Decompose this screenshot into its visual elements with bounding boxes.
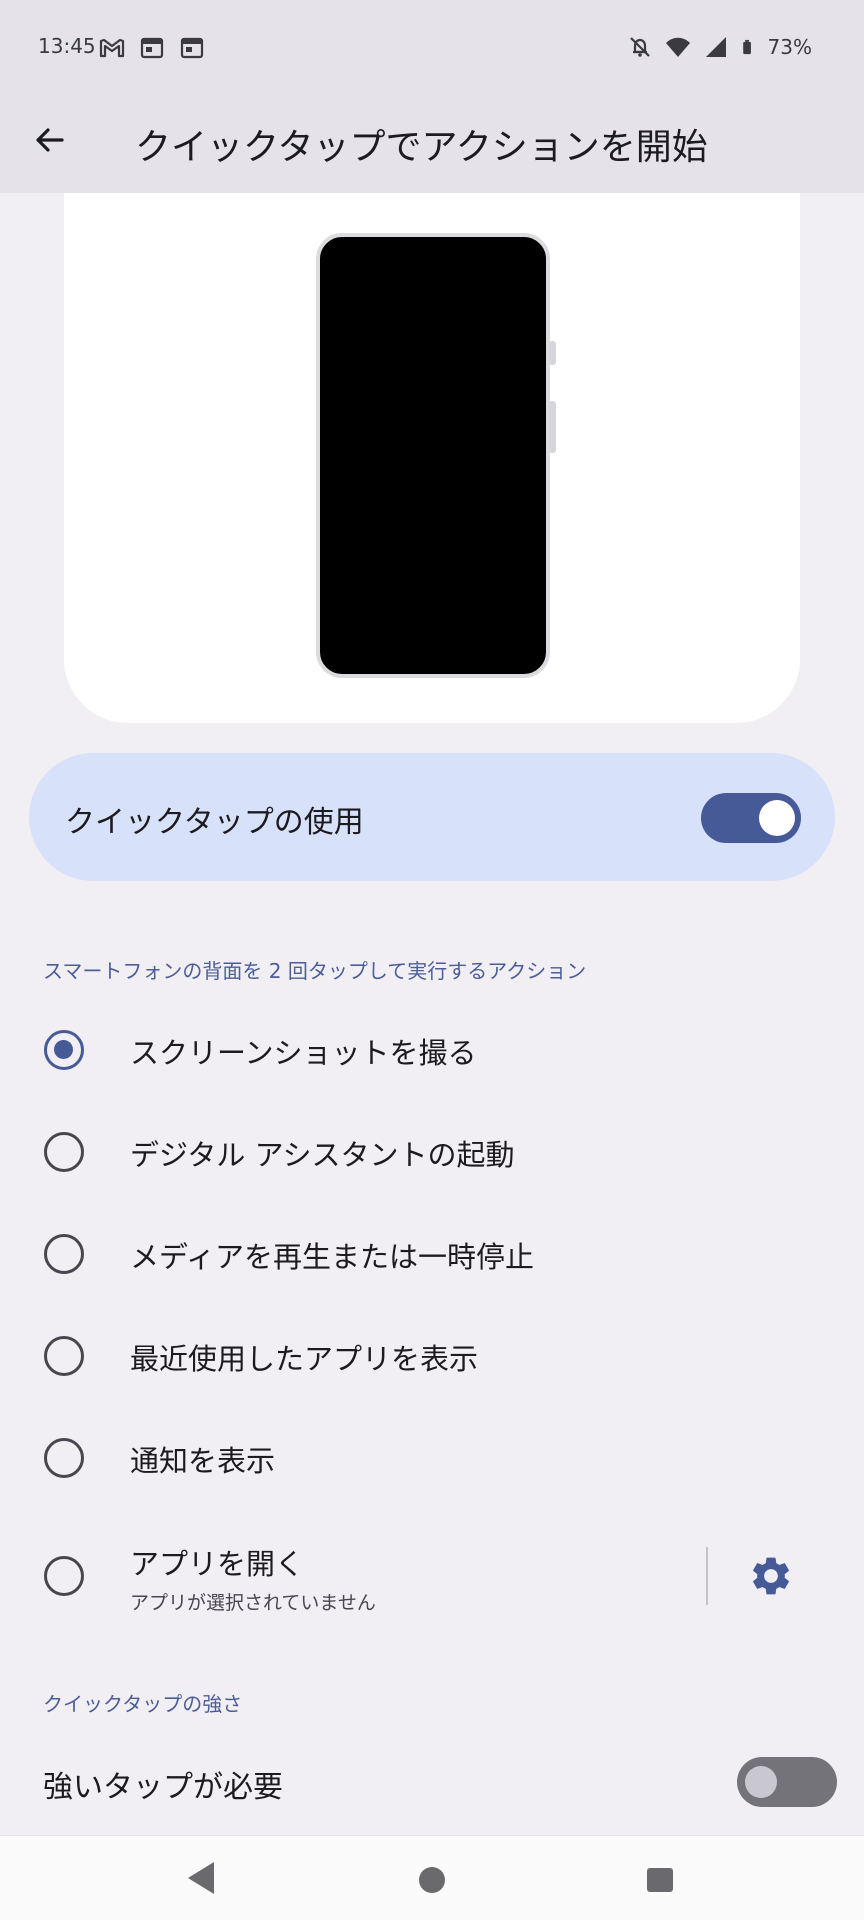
battery-percent: 73% xyxy=(767,35,812,59)
status-time: 13:45 xyxy=(38,34,96,58)
radio-button[interactable] xyxy=(44,1132,84,1172)
switch-knob xyxy=(745,1766,777,1798)
arrow-back-icon xyxy=(36,128,64,152)
option-digital-assistant[interactable]: デジタル アシスタントの起動 xyxy=(0,1102,864,1202)
option-media-play-pause[interactable]: メディアを再生または一時停止 xyxy=(0,1204,864,1304)
use-quick-tap-card[interactable]: クイックタップの使用 xyxy=(29,753,835,881)
status-system-icons: 73% xyxy=(626,33,812,61)
notifications-off-icon xyxy=(629,37,650,57)
option-label: アプリを開く xyxy=(130,1547,305,1581)
status-notification-icons xyxy=(98,34,206,62)
phone-illustration xyxy=(316,233,550,678)
option-open-app[interactable]: アプリを開く アプリが選択されていません xyxy=(0,1526,864,1636)
back-button[interactable] xyxy=(22,112,78,168)
switch-knob xyxy=(759,800,795,836)
navigation-bar xyxy=(0,1835,864,1920)
use-quick-tap-label: クイックタップの使用 xyxy=(65,805,364,840)
option-label: 最近使用したアプリを表示 xyxy=(130,1342,479,1376)
battery-icon xyxy=(742,39,751,55)
radio-button[interactable] xyxy=(44,1556,84,1596)
radio-button[interactable] xyxy=(44,1438,84,1478)
back-icon xyxy=(188,1862,214,1894)
calendar-icon xyxy=(180,37,204,59)
option-recent-apps[interactable]: 最近使用したアプリを表示 xyxy=(0,1306,864,1406)
calendar-icon xyxy=(140,37,164,59)
home-icon[interactable] xyxy=(419,1867,445,1893)
phone-side-button xyxy=(549,401,556,453)
option-label: スクリーンショットを撮る xyxy=(130,1036,477,1070)
signal-icon xyxy=(705,37,726,57)
strong-tap-label: 強いタップが必要 xyxy=(43,1770,283,1805)
radio-button-checked[interactable] xyxy=(44,1030,84,1070)
radio-button[interactable] xyxy=(44,1234,84,1274)
gmail-icon xyxy=(99,38,125,58)
nav-back-button[interactable] xyxy=(186,1860,216,1900)
use-quick-tap-switch[interactable] xyxy=(701,793,801,843)
option-show-notifications[interactable]: 通知を表示 xyxy=(0,1408,864,1508)
illustration-card xyxy=(64,193,800,723)
strong-tap-switch[interactable] xyxy=(737,1757,837,1807)
vertical-divider xyxy=(706,1547,708,1605)
strength-section-header: クイックタップの強さ xyxy=(43,1692,243,1716)
option-screenshot[interactable]: スクリーンショットを撮る xyxy=(0,1000,864,1100)
top-bar: 13:45 73% クイックタップでアクションを開始 xyxy=(0,0,864,193)
open-app-settings-button[interactable] xyxy=(748,1553,794,1599)
radio-button[interactable] xyxy=(44,1336,84,1376)
phone-side-button xyxy=(549,341,556,365)
page-title: クイックタップでアクションを開始 xyxy=(135,127,708,168)
option-label: 通知を表示 xyxy=(130,1444,276,1478)
wifi-icon xyxy=(665,37,690,57)
option-label: メディアを再生または一時停止 xyxy=(130,1240,534,1274)
actions-section-header: スマートフォンの背面を 2 回タップして実行するアクション xyxy=(43,959,587,983)
recents-icon[interactable] xyxy=(647,1868,673,1892)
gear-icon xyxy=(753,1557,789,1595)
option-label: デジタル アシスタントの起動 xyxy=(130,1138,515,1172)
option-subtitle: アプリが選択されていません xyxy=(130,1592,376,1614)
